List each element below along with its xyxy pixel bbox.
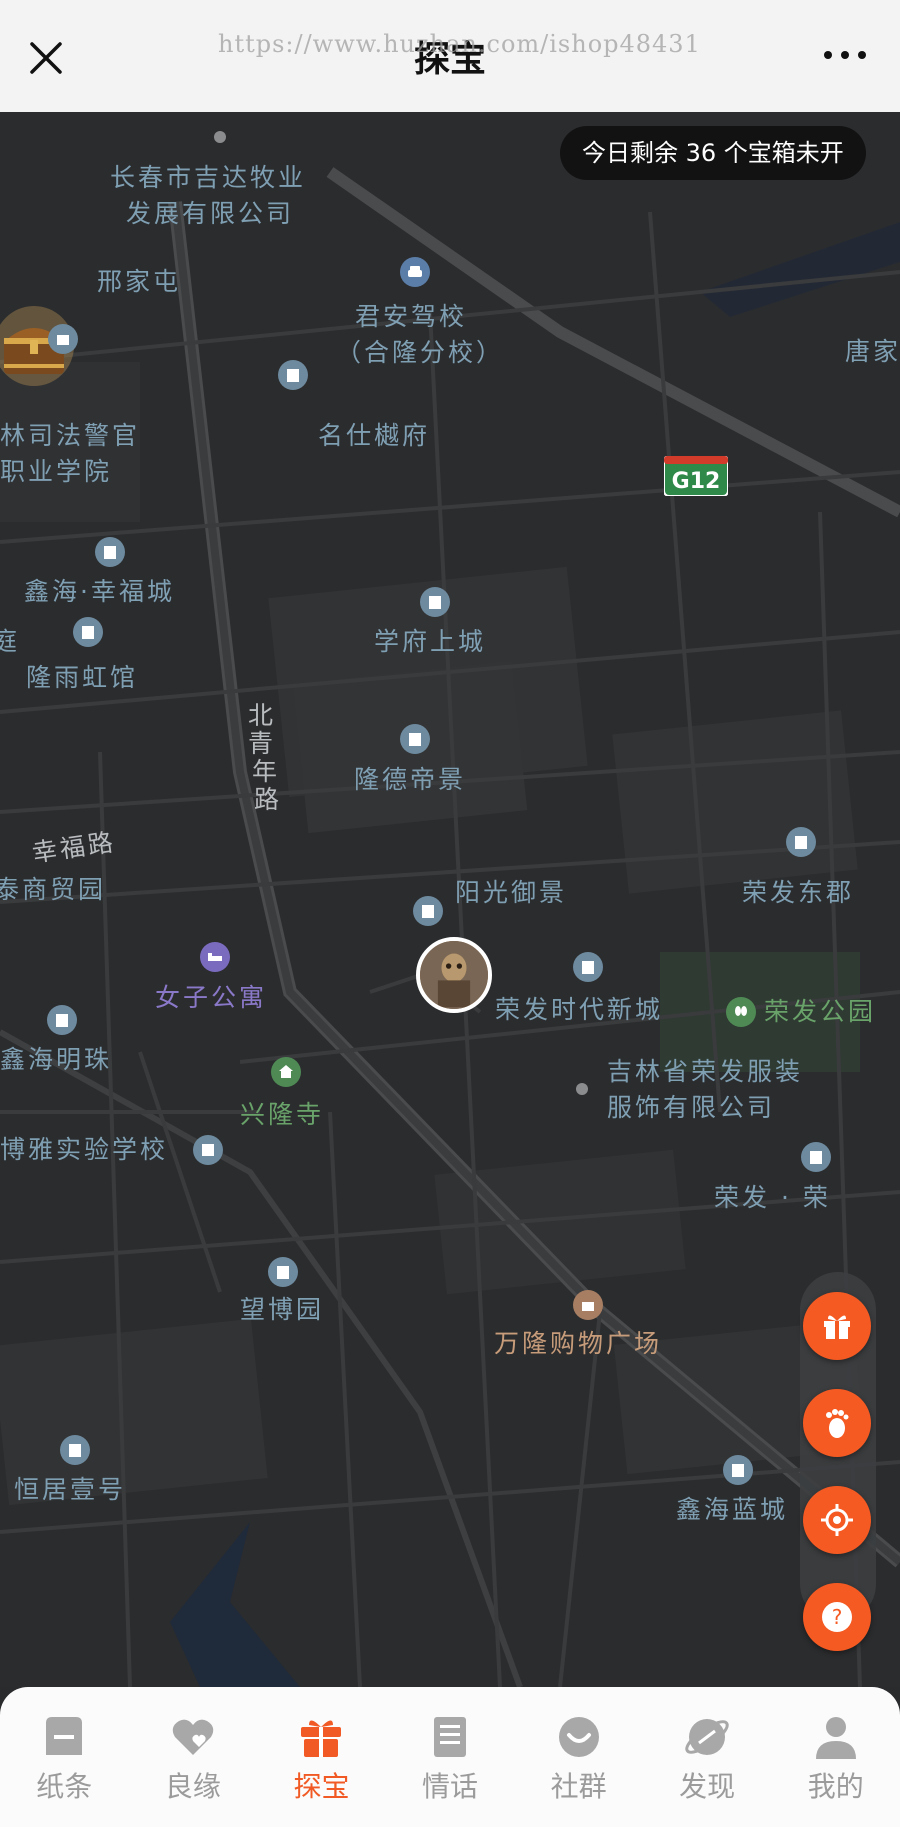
poi-label: 荣发东郡 — [742, 878, 855, 907]
map-action-panel: ? — [800, 1272, 876, 1651]
poi-label: 长春市吉达牧业 — [110, 163, 307, 192]
poi-label: （合隆分校） — [336, 338, 505, 367]
poi-building-icon[interactable] — [268, 1257, 298, 1287]
poi-label: 望博园 — [240, 1295, 325, 1324]
poi-label: 荣发 · 荣 — [714, 1183, 831, 1212]
book-icon — [434, 1717, 467, 1757]
poi-label: 名仕樾府 — [318, 421, 431, 450]
poi-label: 邢家屯 — [97, 267, 182, 296]
watermark-text: https://www.huzhan.com/ishop48431 — [218, 30, 701, 58]
poi-label: 阳光御景 — [455, 878, 568, 907]
tab-label: 社群 — [550, 1770, 607, 1803]
poi-label: 恒居壹号 — [14, 1475, 127, 1504]
poi-hotel-icon[interactable] — [200, 942, 230, 972]
treasure-gift-icon — [301, 1720, 342, 1757]
profile-icon — [815, 1717, 856, 1759]
poi-label: 女子公寓 — [155, 983, 268, 1012]
gift-icon — [824, 1315, 850, 1339]
locate-icon — [821, 1504, 853, 1536]
poi-school-icon[interactable] — [48, 324, 78, 354]
poi-building-icon[interactable] — [786, 827, 816, 857]
road-label: 路 — [254, 785, 283, 814]
poi-label: 博雅实验学校 — [0, 1135, 169, 1164]
tab-match[interactable]: 良缘 — [129, 1687, 258, 1827]
highway-label: G12 — [672, 469, 721, 494]
help-button[interactable]: ? — [803, 1583, 871, 1651]
discover-icon — [685, 1719, 729, 1755]
poi-shopping-icon[interactable] — [573, 1290, 603, 1320]
poi-building-icon[interactable] — [47, 1005, 77, 1035]
poi-label: 发展有限公司 — [126, 199, 295, 228]
poi-temple-icon[interactable] — [271, 1057, 301, 1087]
highway-g12-badge: G12 — [664, 456, 728, 496]
poi-label: 服饰有限公司 — [607, 1093, 776, 1122]
poi-park-icon[interactable] — [726, 997, 756, 1027]
poi-label: 兴隆寺 — [240, 1100, 325, 1129]
more-icon[interactable] — [820, 45, 870, 65]
tab-love-words[interactable]: 情话 — [386, 1687, 515, 1827]
poi-label: 职业学院 — [0, 457, 113, 486]
tab-label: 探宝 — [293, 1770, 350, 1803]
poi-label: 泰商贸园 — [0, 875, 107, 904]
poi-label: 鑫海明珠 — [0, 1045, 113, 1074]
tab-label: 情话 — [422, 1770, 479, 1803]
treasure-map[interactable]: 今日剩余 36 个宝箱未开 G12 长春市吉达牧业 发展有限公司 邢家屯 君安驾… — [0, 112, 900, 1687]
poi-label: 荣发公园 — [764, 997, 877, 1026]
footprint-icon — [826, 1409, 849, 1438]
tab-community[interactable]: 社群 — [514, 1687, 643, 1827]
heart-icon — [172, 1719, 214, 1755]
tab-label: 我的 — [807, 1770, 864, 1803]
poi-label: 鑫海·幸福城 — [24, 577, 175, 606]
tab-profile[interactable]: 我的 — [771, 1687, 900, 1827]
community-icon — [558, 1717, 599, 1757]
locate-button[interactable] — [803, 1486, 871, 1554]
poi-book-icon[interactable] — [193, 1135, 223, 1165]
tab-label: 良缘 — [164, 1770, 221, 1803]
nav-header: 探宝 https://www.huzhan.com/ishop48431 — [0, 0, 900, 112]
poi-building-icon[interactable] — [573, 952, 603, 982]
tab-note[interactable]: 纸条 — [0, 1687, 129, 1827]
poi-label: 鑫海蓝城 — [676, 1495, 789, 1524]
poi-building-icon[interactable] — [400, 724, 430, 754]
user-avatar[interactable] — [416, 937, 492, 1013]
help-icon: ? — [822, 1602, 852, 1632]
poi-building-icon[interactable] — [95, 537, 125, 567]
gift-button[interactable] — [803, 1292, 871, 1360]
tab-discover[interactable]: 发现 — [643, 1687, 772, 1827]
svg-text:?: ? — [832, 1605, 843, 1629]
poi-label: 庭 — [0, 627, 21, 656]
poi-building-icon[interactable] — [278, 360, 308, 390]
poi-label: 唐家 — [845, 337, 900, 366]
tab-label: 发现 — [679, 1770, 736, 1803]
poi-building-icon[interactable] — [723, 1455, 753, 1485]
poi-label: 荣发时代新城 — [495, 995, 664, 1024]
poi-building-icon[interactable] — [60, 1435, 90, 1465]
poi-building-icon[interactable] — [413, 896, 443, 926]
poi-label: 林司法警官 — [0, 421, 141, 450]
poi-label: 万隆购物广场 — [494, 1329, 663, 1358]
poi-label: 吉林省荣发服装 — [607, 1057, 804, 1086]
poi-building-icon[interactable] — [420, 587, 450, 617]
note-icon — [46, 1717, 83, 1755]
poi-car-icon[interactable] — [400, 257, 430, 287]
poi-building-icon[interactable] — [73, 617, 103, 647]
tab-treasure[interactable]: 探宝 — [257, 1687, 386, 1827]
footprint-button[interactable] — [803, 1389, 871, 1457]
poi-label: 学府上城 — [374, 627, 487, 656]
poi-label: 君安驾校 — [355, 302, 468, 331]
tab-label: 纸条 — [36, 1770, 93, 1803]
poi-label: 隆德帝景 — [354, 765, 467, 794]
poi-building-icon[interactable] — [801, 1142, 831, 1172]
treasure-counter: 今日剩余 36 个宝箱未开 — [560, 126, 866, 180]
poi-label: 隆雨虹馆 — [26, 663, 139, 692]
bottom-tab-bar: 纸条 良缘 探宝 情话 社群 发现 我的 — [0, 1687, 900, 1827]
